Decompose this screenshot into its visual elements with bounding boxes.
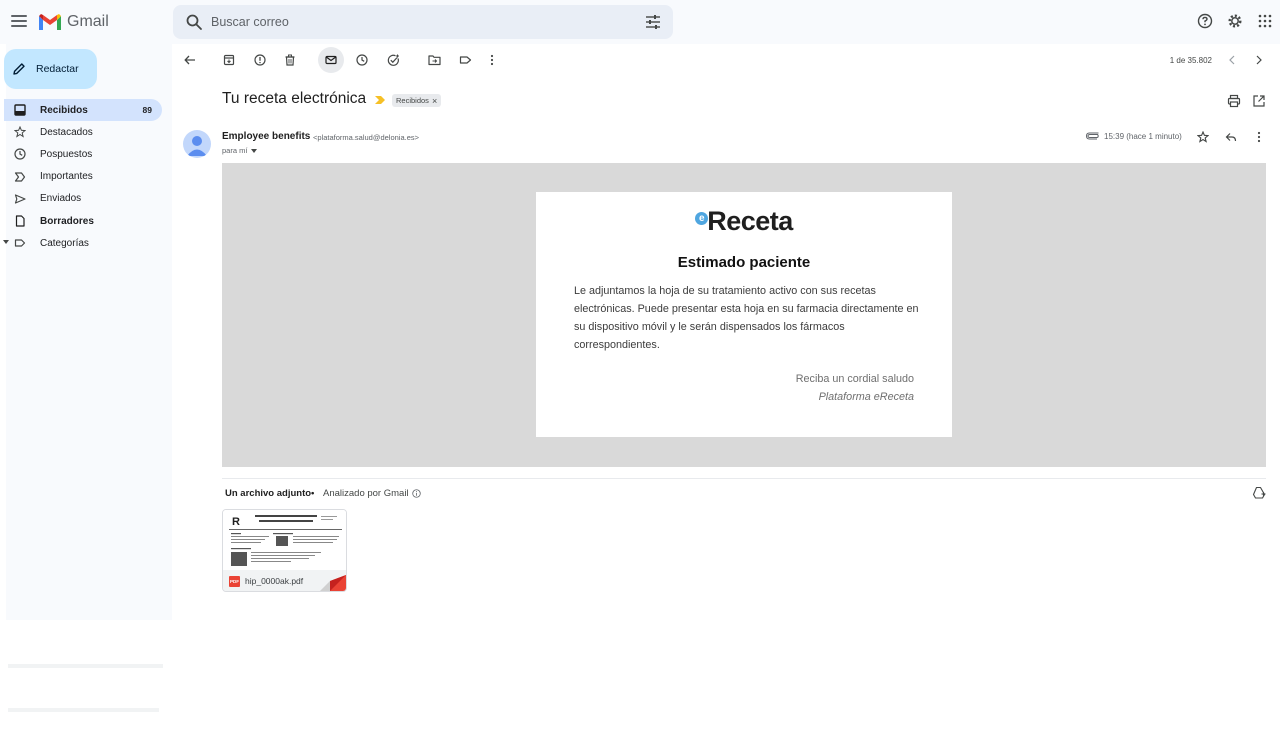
more-options-icon[interactable]: [483, 51, 501, 69]
attachments-divider: [222, 478, 1266, 479]
label-tag-icon[interactable]: [456, 51, 474, 69]
sidebar-item-label: Borradores: [40, 215, 94, 227]
gmail-logo[interactable]: Gmail: [38, 10, 109, 34]
important-marker-icon[interactable]: [375, 96, 385, 104]
pencil-icon: [13, 63, 25, 75]
label-icon: [13, 236, 27, 250]
label-chip-text: Recibidos: [396, 96, 429, 105]
gmail-m-icon: [39, 14, 61, 30]
unread-count: 89: [142, 105, 152, 116]
main-menu-icon[interactable]: [10, 12, 28, 30]
add-to-drive-icon[interactable]: [1252, 486, 1266, 500]
expand-caret-icon[interactable]: [3, 240, 9, 245]
attachment-filename[interactable]: hip_0000ak.pdf: [245, 576, 303, 586]
person-icon: [187, 136, 207, 156]
recipient-label: para mí: [222, 146, 248, 155]
move-to-folder-icon[interactable]: [425, 51, 443, 69]
pagination-count: 1 de 35.802: [1169, 56, 1212, 65]
scan-note: Analizado por Gmail: [323, 488, 409, 499]
reply-icon[interactable]: [1224, 130, 1238, 144]
sidebar-divider: [8, 664, 163, 668]
sidebar-item-label: Pospuestos: [40, 148, 93, 160]
star-icon: [13, 125, 27, 139]
snooze-clock-icon[interactable]: [353, 51, 371, 69]
sidebar-item-label: Enviados: [40, 193, 82, 205]
brand-name: Receta: [707, 206, 793, 236]
delete-trash-icon[interactable]: [281, 51, 299, 69]
inbox-icon: [13, 103, 27, 117]
email-card: e Receta Estimado paciente Le adjuntamos…: [536, 192, 952, 437]
sidebar-nav: Recibidos 89 Destacados Pospuestos Impor…: [3, 99, 162, 254]
attachments-title: Un archivo adjunto: [225, 488, 312, 499]
sender-name[interactable]: Employee benefits: [222, 131, 310, 142]
recipient-details[interactable]: para mí: [222, 146, 258, 155]
sidebar-item-snoozed[interactable]: Pospuestos: [4, 143, 162, 165]
apps-grid-icon[interactable]: [1256, 12, 1274, 30]
search-options-icon[interactable]: [645, 14, 661, 30]
email-closing: Reciba un cordial saludo: [795, 373, 914, 385]
settings-gear-icon[interactable]: [1226, 12, 1244, 30]
email-paragraph: Le adjuntamos la hoja de su tratamiento …: [574, 285, 919, 351]
attachment-card[interactable]: R PDF hip_0000ak.pdf: [222, 509, 347, 592]
page-corner-icon: [320, 575, 346, 591]
attachments-heading: Un archivo adjunto•: [225, 488, 314, 499]
send-icon: [13, 192, 27, 206]
sender-email: <plataforma.salud@delonia.es>: [313, 133, 420, 142]
sidebar-item-drafts[interactable]: Borradores: [4, 210, 162, 232]
search-icon[interactable]: [185, 13, 203, 31]
sidebar-item-inbox[interactable]: Recibidos 89: [4, 99, 162, 122]
mark-unread-mail-icon[interactable]: [318, 47, 344, 73]
print-icon[interactable]: [1227, 94, 1241, 108]
svg-text:R: R: [232, 516, 240, 528]
sidebar-item-label: Categorías: [40, 237, 89, 249]
important-icon: [13, 170, 27, 184]
sender-avatar[interactable]: [183, 130, 211, 158]
help-icon[interactable]: [1196, 12, 1214, 30]
attachment-clip-icon: [1086, 132, 1099, 140]
top-bar: Gmail: [0, 0, 1280, 44]
search-bar[interactable]: [173, 5, 673, 39]
email-signature: Plataforma eReceta: [818, 391, 914, 403]
details-dropdown-icon[interactable]: [251, 148, 258, 153]
message-view: 1 de 35.802 Tu receta electrónica Recibi…: [172, 44, 1276, 620]
email-greeting: Estimado paciente: [677, 254, 811, 271]
add-task-icon[interactable]: [384, 51, 402, 69]
sidebar-item-label: Destacados: [40, 126, 93, 138]
scan-status: Analizado por Gmail: [323, 488, 421, 499]
sidebar-item-important[interactable]: Importantes: [4, 166, 162, 188]
message-timestamp: 15:39 (hace 1 minuto): [1104, 132, 1182, 141]
inbox-label-chip[interactable]: Recibidos ×: [392, 94, 442, 107]
remove-label-icon[interactable]: ×: [432, 96, 437, 106]
open-new-window-icon[interactable]: [1252, 94, 1266, 108]
compose-label: Redactar: [36, 63, 79, 75]
pdf-preview-thumbnail: R: [223, 510, 346, 570]
message-toolbar: 1 de 35.802: [172, 44, 1276, 76]
sidebar-item-categories[interactable]: Categorías: [3, 232, 162, 254]
sidebar-divider: [8, 708, 159, 712]
archive-icon[interactable]: [220, 51, 238, 69]
ereceta-logo: e Receta: [536, 206, 952, 237]
star-icon[interactable]: [1196, 130, 1210, 144]
sidebar-item-label: Importantes: [40, 171, 93, 183]
draft-icon: [13, 214, 27, 228]
chevron-right-icon[interactable]: [1252, 53, 1266, 67]
search-input[interactable]: [211, 11, 631, 33]
sidebar-item-sent[interactable]: Enviados: [4, 188, 162, 210]
attachments-separator: •: [311, 488, 315, 499]
chevron-left-icon[interactable]: [1225, 53, 1239, 67]
top-right-actions: [1196, 12, 1274, 30]
sidebar-item-label: Recibidos: [40, 104, 88, 116]
app-name: Gmail: [67, 13, 109, 30]
pdf-file-icon: PDF: [229, 576, 240, 587]
message-subject: Tu receta electrónica: [222, 90, 367, 107]
report-spam-icon[interactable]: [251, 51, 269, 69]
sidebar-item-starred[interactable]: Destacados: [4, 121, 162, 143]
clock-icon: [13, 147, 27, 161]
back-arrow-icon[interactable]: [181, 51, 199, 69]
more-options-icon[interactable]: [1252, 130, 1266, 144]
info-icon[interactable]: [411, 489, 421, 498]
compose-button[interactable]: Redactar: [4, 49, 97, 89]
